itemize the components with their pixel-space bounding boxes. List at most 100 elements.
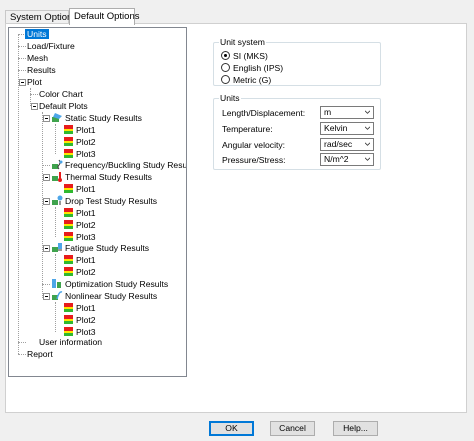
tree-connector bbox=[42, 284, 50, 285]
options-tree[interactable]: Units Load/Fixture Mesh Results Plot Col… bbox=[8, 27, 187, 377]
combo-value: rad/sec bbox=[324, 139, 353, 149]
thermal-study-icon bbox=[52, 172, 62, 183]
plot-icon bbox=[64, 315, 73, 325]
tree-item-plot1[interactable]: Plot1 bbox=[63, 183, 98, 195]
collapse-toggle[interactable] bbox=[43, 293, 50, 300]
tree-item-results[interactable]: Results bbox=[25, 64, 58, 76]
radio-button[interactable] bbox=[221, 63, 230, 73]
collapse-toggle[interactable] bbox=[43, 174, 50, 181]
radio-label: English (IPS) bbox=[233, 63, 284, 73]
tree-item-report[interactable]: Report bbox=[25, 348, 55, 360]
plot-icon bbox=[64, 220, 73, 230]
unit-system-title: Unit system bbox=[219, 37, 266, 48]
radio-button[interactable] bbox=[221, 51, 230, 61]
fatigue-study-icon bbox=[52, 243, 62, 253]
tree-item-plot2[interactable]: Plot2 bbox=[63, 136, 98, 148]
plot-icon bbox=[64, 208, 73, 218]
tree-item-plot1[interactable]: Plot1 bbox=[63, 302, 98, 314]
tree-connector bbox=[55, 207, 56, 237]
pressure-stress-select[interactable]: N/m^2 bbox=[320, 153, 374, 166]
tree-connector bbox=[55, 254, 56, 272]
tree-item-plot2[interactable]: Plot2 bbox=[63, 314, 98, 326]
plot-icon bbox=[64, 255, 73, 265]
plot-icon bbox=[64, 125, 73, 135]
tree-item-load-fixture[interactable]: Load/Fixture bbox=[25, 40, 77, 52]
tree-item-label: Plot2 bbox=[76, 220, 96, 230]
collapse-toggle[interactable] bbox=[43, 198, 50, 205]
plot-icon bbox=[64, 303, 73, 313]
optimization-study-icon bbox=[52, 279, 61, 289]
length-displacement-label: Length/Displacement: bbox=[222, 108, 306, 118]
tree-item-thermal-study[interactable]: Thermal Study Results bbox=[51, 171, 154, 183]
tree-item-label: Thermal Study Results bbox=[65, 172, 152, 182]
chevron-down-icon bbox=[365, 142, 370, 146]
angular-velocity-label: Angular velocity: bbox=[222, 140, 286, 150]
cancel-button[interactable]: Cancel bbox=[270, 421, 315, 436]
tree-item-label: Plot1 bbox=[76, 125, 96, 135]
collapse-toggle[interactable] bbox=[43, 115, 50, 122]
tree-item-optimization-study[interactable]: Optimization Study Results bbox=[51, 278, 170, 290]
plot-icon bbox=[64, 184, 73, 194]
tree-item-label: Static Study Results bbox=[65, 113, 142, 123]
tree-item-label: Color Chart bbox=[39, 89, 83, 99]
tree-item-color-chart[interactable]: Color Chart bbox=[37, 88, 85, 100]
tree-item-label: Plot2 bbox=[76, 315, 96, 325]
ok-button[interactable]: OK bbox=[209, 421, 254, 436]
tree-item-plot2[interactable]: Plot2 bbox=[63, 266, 98, 278]
tree-item-label: Default Plots bbox=[39, 101, 88, 111]
tree-item-label: Drop Test Study Results bbox=[65, 196, 158, 206]
tree-item-user-information[interactable]: User information bbox=[37, 336, 104, 348]
radio-button[interactable] bbox=[221, 75, 230, 85]
tree-item-label: Units bbox=[25, 29, 49, 39]
temperature-label: Temperature: bbox=[222, 124, 273, 134]
plot-icon bbox=[64, 232, 73, 242]
combo-value: m bbox=[324, 107, 332, 117]
tree-item-label: Plot bbox=[27, 77, 42, 87]
tree-connector bbox=[55, 302, 56, 332]
tree-item-nonlinear-study[interactable]: Nonlinear Study Results bbox=[51, 290, 159, 302]
tree-item-default-plots[interactable]: Default Plots bbox=[37, 100, 90, 112]
tree-item-units[interactable]: Units bbox=[25, 28, 49, 40]
radio-label: SI (MKS) bbox=[233, 51, 268, 61]
units-group: Units Length/Displacement: m Temperature… bbox=[213, 93, 381, 170]
tree-item-label: Plot3 bbox=[76, 232, 96, 242]
tree-item-label: Nonlinear Study Results bbox=[65, 291, 158, 301]
tree-item-plot1[interactable]: Plot1 bbox=[63, 207, 98, 219]
nonlinear-study-icon bbox=[52, 291, 63, 301]
tree-item-mesh[interactable]: Mesh bbox=[25, 52, 50, 64]
radio-metric-g[interactable]: Metric (G) bbox=[221, 74, 271, 86]
help-button[interactable]: Help... bbox=[333, 421, 378, 436]
temperature-select[interactable]: Kelvin bbox=[320, 122, 374, 135]
tree-item-label: Plot1 bbox=[76, 208, 96, 218]
tree-item-label: Plot3 bbox=[76, 149, 96, 159]
radio-english-ips[interactable]: English (IPS) bbox=[221, 62, 283, 74]
tree-item-label: Load/Fixture bbox=[27, 41, 75, 51]
angular-velocity-select[interactable]: rad/sec bbox=[320, 138, 374, 151]
tree-item-plot[interactable]: Plot bbox=[25, 76, 44, 88]
tab-system-options[interactable]: System Options bbox=[5, 10, 77, 24]
tree-connector bbox=[18, 342, 26, 343]
tree-connector bbox=[42, 165, 50, 166]
tree-item-label: Plot2 bbox=[76, 267, 96, 277]
frequency-study-icon bbox=[52, 159, 63, 170]
tree-item-frequency-study[interactable]: Frequency/Buckling Study Results bbox=[51, 159, 186, 171]
tree-item-fatigue-study[interactable]: Fatigue Study Results bbox=[51, 242, 151, 254]
radio-si-mks[interactable]: SI (MKS) bbox=[221, 50, 268, 62]
tree-item-plot1[interactable]: Plot1 bbox=[63, 254, 98, 266]
chevron-down-icon bbox=[365, 110, 370, 114]
tree-item-label: Mesh bbox=[27, 53, 49, 63]
plot-icon bbox=[64, 137, 73, 147]
tree-item-static-study[interactable]: Static Study Results bbox=[51, 112, 144, 124]
tree-item-plot2[interactable]: Plot2 bbox=[63, 219, 98, 231]
tree-item-label: Plot1 bbox=[76, 303, 96, 313]
tree-item-drop-test-study[interactable]: Drop Test Study Results bbox=[51, 195, 159, 207]
radio-label: Metric (G) bbox=[233, 75, 272, 85]
tree-item-label: User information bbox=[39, 337, 103, 347]
tree-item-label: Optimization Study Results bbox=[65, 279, 169, 289]
tree-item-label: Results bbox=[27, 65, 56, 75]
collapse-toggle[interactable] bbox=[43, 245, 50, 252]
tree-item-plot1[interactable]: Plot1 bbox=[63, 124, 98, 136]
length-displacement-select[interactable]: m bbox=[320, 106, 374, 119]
tab-default-options[interactable]: Default Options bbox=[69, 8, 139, 25]
tree-item-label: Plot1 bbox=[76, 255, 96, 265]
